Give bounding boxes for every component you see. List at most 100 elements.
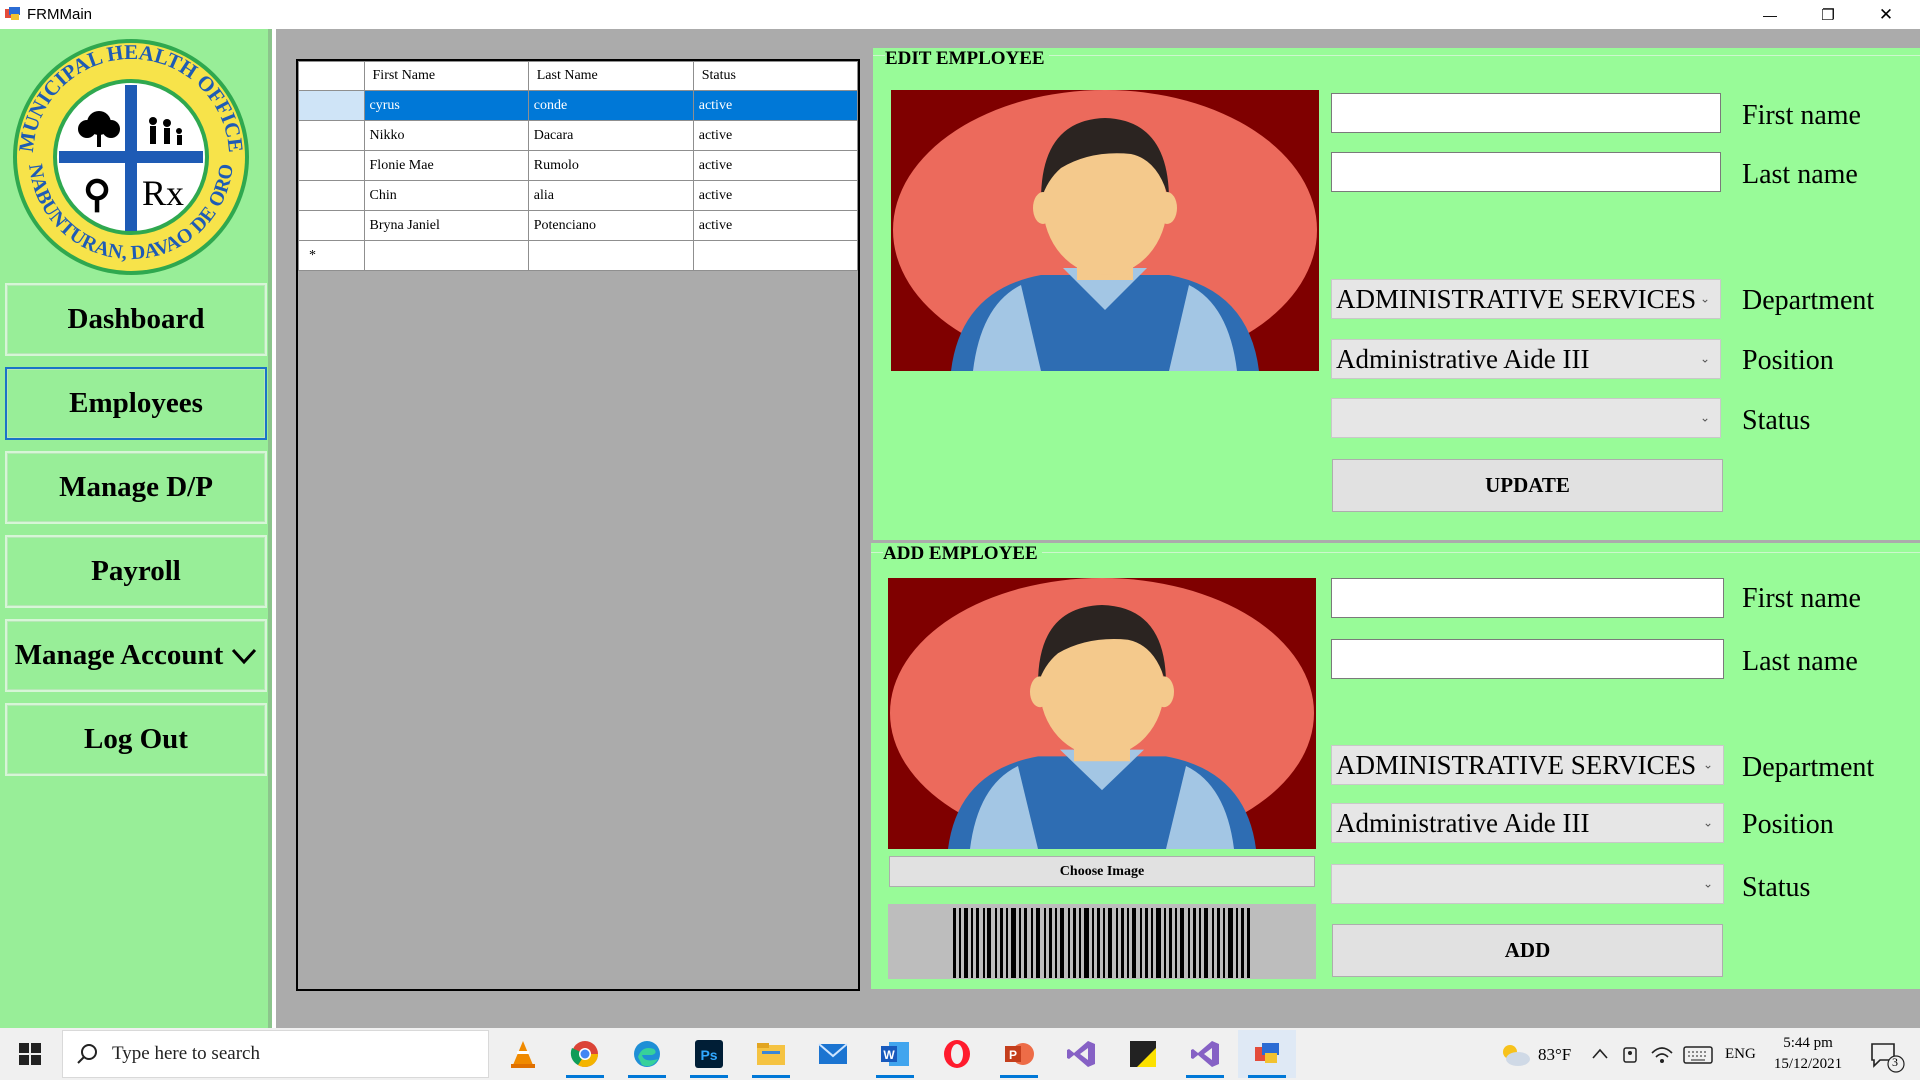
close-button[interactable]: ✕	[1857, 0, 1915, 29]
file-explorer-icon[interactable]	[742, 1030, 800, 1078]
cell-status[interactable]: active	[692, 90, 859, 121]
nav-manage-account-button[interactable]: Manage Account	[5, 619, 267, 692]
photoshop-icon[interactable]: Ps	[680, 1030, 738, 1078]
svg-text:Ps: Ps	[700, 1047, 717, 1063]
meet-now-icon[interactable]	[1620, 1045, 1642, 1070]
nav-logout-button[interactable]: Log Out	[5, 703, 267, 776]
chevron-down-icon	[232, 648, 257, 664]
weather-temperature[interactable]: 83°F	[1538, 1045, 1571, 1065]
table-row[interactable]: cyrus conde active	[298, 90, 859, 121]
add-first-name-input[interactable]	[1331, 578, 1724, 618]
cell-first-name[interactable]: Chin	[363, 180, 529, 211]
edit-position-label: Position	[1742, 345, 1834, 376]
cell-status[interactable]: active	[692, 210, 859, 241]
cell-status[interactable]: active	[692, 150, 859, 181]
sticky-notes-icon[interactable]	[1114, 1030, 1172, 1078]
edit-status-select[interactable]: ⌄	[1331, 398, 1721, 438]
table-row[interactable]: Bryna Janiel Potenciano active	[298, 210, 859, 241]
search-placeholder: Type here to search	[112, 1043, 260, 1064]
nav-employees-button[interactable]: Employees	[5, 367, 267, 440]
table-row[interactable]: Flonie Mae Rumolo active	[298, 150, 859, 181]
visual-studio-icon[interactable]	[1052, 1030, 1110, 1078]
edit-department-value: ADMINISTRATIVE SERVICES	[1336, 283, 1697, 314]
row-header[interactable]	[298, 120, 365, 151]
cell-first-name[interactable]: Nikko	[363, 120, 529, 151]
add-employee-title: ADD EMPLOYEE	[883, 543, 1042, 565]
row-header[interactable]	[298, 150, 365, 181]
cell-status[interactable]: active	[692, 180, 859, 211]
powerpoint-icon[interactable]: P	[990, 1030, 1048, 1078]
add-last-name-input[interactable]	[1331, 639, 1724, 679]
weather-icon[interactable]	[1498, 1042, 1532, 1068]
svg-text:⚲: ⚲	[83, 174, 111, 216]
cell-first-name[interactable]: cyrus	[363, 90, 529, 121]
add-status-select[interactable]: ⌄	[1331, 864, 1724, 904]
add-employee-photo	[888, 578, 1316, 849]
edit-first-name-input[interactable]	[1331, 93, 1721, 133]
choose-image-button[interactable]: Choose Image	[889, 856, 1315, 887]
add-department-select[interactable]: ADMINISTRATIVE SERVICES ⌄	[1331, 745, 1724, 785]
word-icon[interactable]: W	[866, 1030, 924, 1078]
chevron-up-icon[interactable]	[1590, 1044, 1610, 1069]
cell-first-name[interactable]: Bryna Janiel	[363, 210, 529, 241]
employee-grid[interactable]: First Name Last Name Status cyrus conde …	[296, 59, 860, 991]
cell-last-name[interactable]: Dacara	[527, 120, 694, 151]
minimize-button[interactable]: —	[1741, 0, 1799, 29]
svg-text:W: W	[883, 1048, 895, 1062]
table-row[interactable]: Chin alia active	[298, 180, 859, 211]
start-button[interactable]	[0, 1030, 60, 1078]
mail-icon[interactable]	[804, 1030, 862, 1078]
edit-employee-title: EDIT EMPLOYEE	[885, 48, 1049, 70]
notification-center-icon[interactable]: 3	[1868, 1040, 1908, 1074]
nav-label: Manage Account	[14, 639, 224, 671]
add-last-name-label: Last name	[1742, 646, 1858, 677]
restore-button[interactable]: ❐	[1799, 0, 1857, 29]
cell-status[interactable]: active	[692, 120, 859, 151]
row-header[interactable]	[298, 180, 365, 211]
network-icon[interactable]	[1650, 1045, 1674, 1070]
avatar-placeholder-icon	[893, 90, 1317, 371]
nav-dashboard-button[interactable]: Dashboard	[5, 283, 267, 356]
cell-last-name[interactable]: Rumolo	[527, 150, 694, 181]
cell-last-name[interactable]: conde	[527, 90, 694, 121]
opera-icon[interactable]	[928, 1030, 986, 1078]
cell-first-name[interactable]	[363, 240, 529, 271]
row-header[interactable]	[298, 210, 365, 241]
clock[interactable]: 5:44 pm 15/12/2021	[1760, 1033, 1856, 1075]
barcode-icon	[953, 908, 1250, 978]
frmmain-app-icon[interactable]	[1238, 1030, 1296, 1078]
add-button[interactable]: ADD	[1332, 924, 1723, 977]
municipal-health-office-logo: MUNICIPAL HEALTH OFFICE NABUNTURAN, DAVA…	[7, 35, 255, 275]
nav-payroll-button[interactable]: Payroll	[5, 535, 267, 608]
nav-manage-dp-button[interactable]: Manage D/P	[5, 451, 267, 524]
add-department-label: Department	[1742, 752, 1875, 783]
keyboard-icon[interactable]	[1683, 1046, 1713, 1069]
cell-last-name[interactable]: Potenciano	[527, 210, 694, 241]
edit-first-name-label: First name	[1742, 100, 1861, 131]
cell-last-name[interactable]: alia	[527, 180, 694, 211]
dropdown-arrow-icon: ⌄	[1702, 757, 1713, 772]
column-header-status[interactable]: Status	[692, 61, 859, 91]
cell-last-name[interactable]	[527, 240, 694, 271]
row-header[interactable]	[298, 90, 365, 121]
visual-studio-icon[interactable]	[1176, 1030, 1234, 1078]
chrome-icon[interactable]	[556, 1030, 614, 1078]
edge-icon[interactable]	[618, 1030, 676, 1078]
taskbar-search-box[interactable]: Type here to search	[62, 1030, 489, 1078]
table-row[interactable]: Nikko Dacara active	[298, 120, 859, 151]
add-position-select[interactable]: Administrative Aide III ⌄	[1331, 803, 1724, 843]
update-button[interactable]: UPDATE	[1332, 459, 1723, 512]
table-new-row[interactable]: *	[298, 240, 859, 271]
column-header-last-name[interactable]: Last Name	[527, 61, 694, 91]
vlc-icon[interactable]	[494, 1030, 552, 1078]
cell-first-name[interactable]: Flonie Mae	[363, 150, 529, 181]
language-indicator[interactable]: ENG	[1725, 1046, 1756, 1063]
edit-department-select[interactable]: ADMINISTRATIVE SERVICES ⌄	[1331, 279, 1721, 319]
cell-status[interactable]	[692, 240, 859, 271]
edit-position-select[interactable]: Administrative Aide III ⌄	[1331, 339, 1721, 379]
clock-date: 15/12/2021	[1773, 1056, 1843, 1072]
nav-label: Manage D/P	[59, 471, 213, 503]
edit-last-name-input[interactable]	[1331, 152, 1721, 192]
employee-table: First Name Last Name Status cyrus conde …	[298, 61, 859, 271]
column-header-first-name[interactable]: First Name	[363, 61, 529, 91]
